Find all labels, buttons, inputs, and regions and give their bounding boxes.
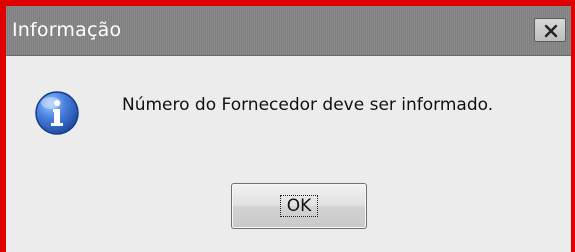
ok-button[interactable]: OK <box>231 183 367 229</box>
ok-button-label: OK <box>280 195 318 217</box>
dialog-body: Número do Fornecedor deve ser informado.… <box>6 56 571 252</box>
info-icon <box>35 91 79 135</box>
dialog-titlebar[interactable]: Informação <box>6 6 571 56</box>
dialog-title: Informação <box>12 19 122 41</box>
information-dialog: Informação Número do Fornecedor deve ser… <box>0 0 575 252</box>
dialog-message: Número do Fornecedor deve ser informado. <box>122 95 494 115</box>
close-button[interactable] <box>534 18 566 42</box>
close-icon <box>544 24 558 38</box>
